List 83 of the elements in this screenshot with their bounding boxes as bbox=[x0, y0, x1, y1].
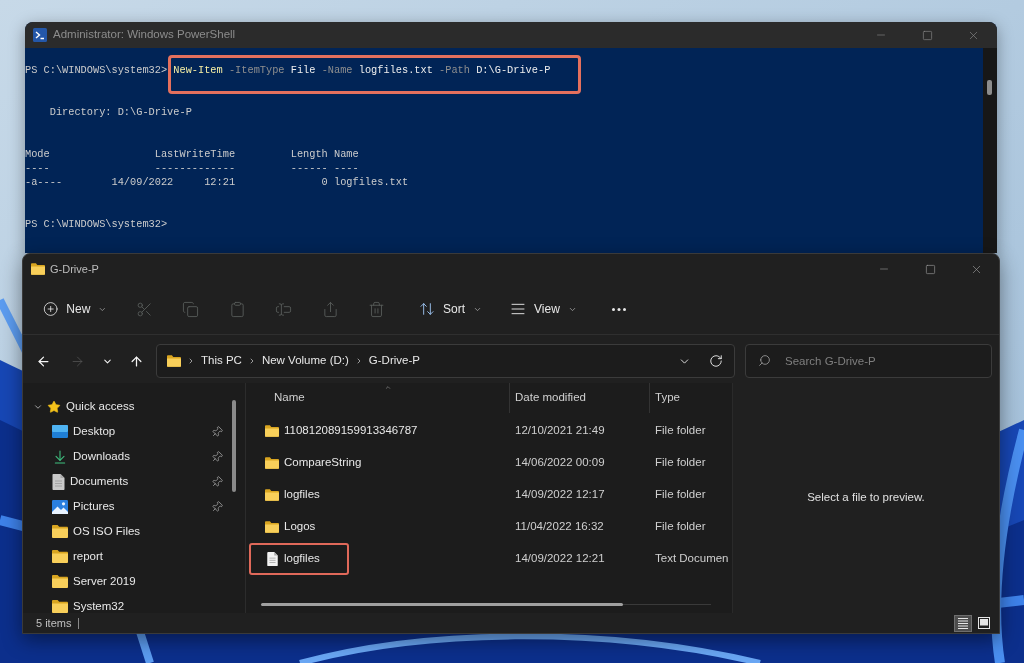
folder-icon bbox=[265, 425, 279, 437]
column-header[interactable]: Date modified bbox=[510, 383, 649, 413]
clipboard-icon bbox=[228, 300, 246, 318]
maximize-icon bbox=[924, 263, 936, 275]
date-modified: 14/06/2022 00:09 bbox=[515, 456, 605, 469]
window-title: G-Drive-P bbox=[50, 261, 99, 277]
lines-icon bbox=[510, 301, 526, 317]
copy-icon bbox=[182, 300, 200, 318]
prompt-text: PS C:\WINDOWS\system32> bbox=[25, 63, 168, 77]
scissors-icon bbox=[135, 300, 153, 318]
window-title: Administrator: Windows PowerShell bbox=[53, 27, 236, 43]
folder-icon bbox=[265, 489, 279, 501]
sidebar-item[interactable]: Pictures bbox=[52, 497, 115, 516]
sidebar-item[interactable]: Server 2019 bbox=[52, 572, 136, 591]
picture-icon bbox=[52, 499, 68, 514]
sidebar-item[interactable]: Documents bbox=[52, 472, 129, 491]
file-name[interactable]: CompareString bbox=[284, 454, 362, 472]
file-name[interactable]: Logos bbox=[284, 518, 316, 536]
file-name[interactable]: logfiles bbox=[284, 550, 320, 568]
view-button[interactable]: View bbox=[502, 293, 585, 325]
more-icon bbox=[611, 307, 626, 311]
date-modified: 12/10/2021 21:49 bbox=[515, 424, 605, 437]
file-name[interactable]: 110812089159913346787 bbox=[284, 422, 418, 440]
maximize-icon bbox=[921, 29, 933, 41]
breadcrumb-link[interactable]: New Volume (D:) bbox=[261, 352, 349, 370]
sort-icon bbox=[419, 301, 435, 317]
document-icon bbox=[266, 552, 278, 566]
folder-icon bbox=[52, 575, 68, 588]
refresh-icon bbox=[709, 354, 723, 368]
output-text: ---- ------------- ------ ---- bbox=[25, 161, 359, 175]
folder-icon bbox=[52, 600, 68, 613]
document-icon bbox=[52, 473, 65, 490]
download-icon bbox=[52, 448, 68, 465]
search-icon bbox=[758, 354, 771, 367]
file-type: Text Documen bbox=[655, 552, 729, 565]
share-icon bbox=[321, 300, 339, 318]
breadcrumb-link[interactable]: This PC bbox=[201, 352, 242, 370]
chevron-right-icon bbox=[187, 357, 195, 365]
file-type: File folder bbox=[655, 424, 706, 437]
date-modified: 14/09/2022 12:17 bbox=[515, 488, 605, 501]
file-type: File folder bbox=[655, 488, 706, 501]
breadcrumb-link[interactable]: G-Drive-P bbox=[368, 352, 420, 370]
sidebar-item[interactable]: Desktop bbox=[52, 422, 116, 441]
sidebar-item[interactable]: report bbox=[52, 547, 104, 566]
preview-message: Select a file to preview. bbox=[807, 490, 925, 506]
folder-icon bbox=[265, 457, 279, 469]
sidebar-item[interactable]: OS ISO Files bbox=[52, 522, 141, 541]
star-icon bbox=[47, 399, 61, 414]
prompt-text: PS C:\WINDOWS\system32> bbox=[25, 217, 168, 231]
plus-icon bbox=[43, 301, 59, 317]
item-count: 5 items bbox=[36, 615, 72, 631]
tiles-view-button[interactable] bbox=[975, 614, 993, 632]
column-header[interactable]: Type bbox=[650, 383, 732, 413]
date-modified: 14/09/2022 12:21 bbox=[515, 552, 605, 565]
file-name[interactable]: logfiles bbox=[284, 486, 320, 504]
sort-button[interactable]: Sort bbox=[411, 293, 490, 325]
folder-icon bbox=[52, 550, 68, 563]
sidebar-item[interactable]: System32 bbox=[52, 597, 125, 616]
desktop-icon bbox=[52, 425, 68, 438]
folder-icon bbox=[31, 263, 45, 275]
file-type: File folder bbox=[655, 456, 706, 469]
scrollbar-thumb bbox=[987, 80, 992, 95]
column-header[interactable]: Name bbox=[246, 383, 509, 413]
rename-icon bbox=[275, 300, 293, 318]
sidebar-item[interactable]: Downloads bbox=[52, 447, 130, 466]
date-modified: 11/04/2022 16:32 bbox=[515, 520, 604, 533]
directory-text: Directory: D:\G-Drive-P bbox=[49, 105, 192, 119]
folder-icon bbox=[52, 525, 68, 538]
sidebar-item[interactable]: Quick access bbox=[47, 397, 135, 416]
terminal-icon bbox=[33, 28, 47, 42]
output-text: Mode LastWriteTime Length Name bbox=[25, 147, 359, 161]
tile-icon bbox=[978, 617, 990, 629]
list-icon bbox=[957, 617, 969, 629]
command-text: New-Item -ItemType File -Name logfiles.txt -Path D:\G-Drive-P bbox=[173, 64, 551, 76]
details-view-button[interactable] bbox=[954, 614, 972, 632]
search-field[interactable]: Search G-Drive-P bbox=[745, 344, 992, 378]
folder-icon bbox=[265, 521, 279, 533]
output-text: -a---- 14/09/2022 12:21 0 logfiles.txt bbox=[25, 175, 409, 189]
folder-icon bbox=[167, 355, 181, 367]
new-button[interactable]: New bbox=[35, 293, 115, 325]
trash-icon bbox=[368, 300, 386, 318]
file-type: File folder bbox=[655, 520, 706, 533]
address-bar[interactable]: This PC New Volume (D:) G-Drive-P bbox=[156, 344, 735, 378]
